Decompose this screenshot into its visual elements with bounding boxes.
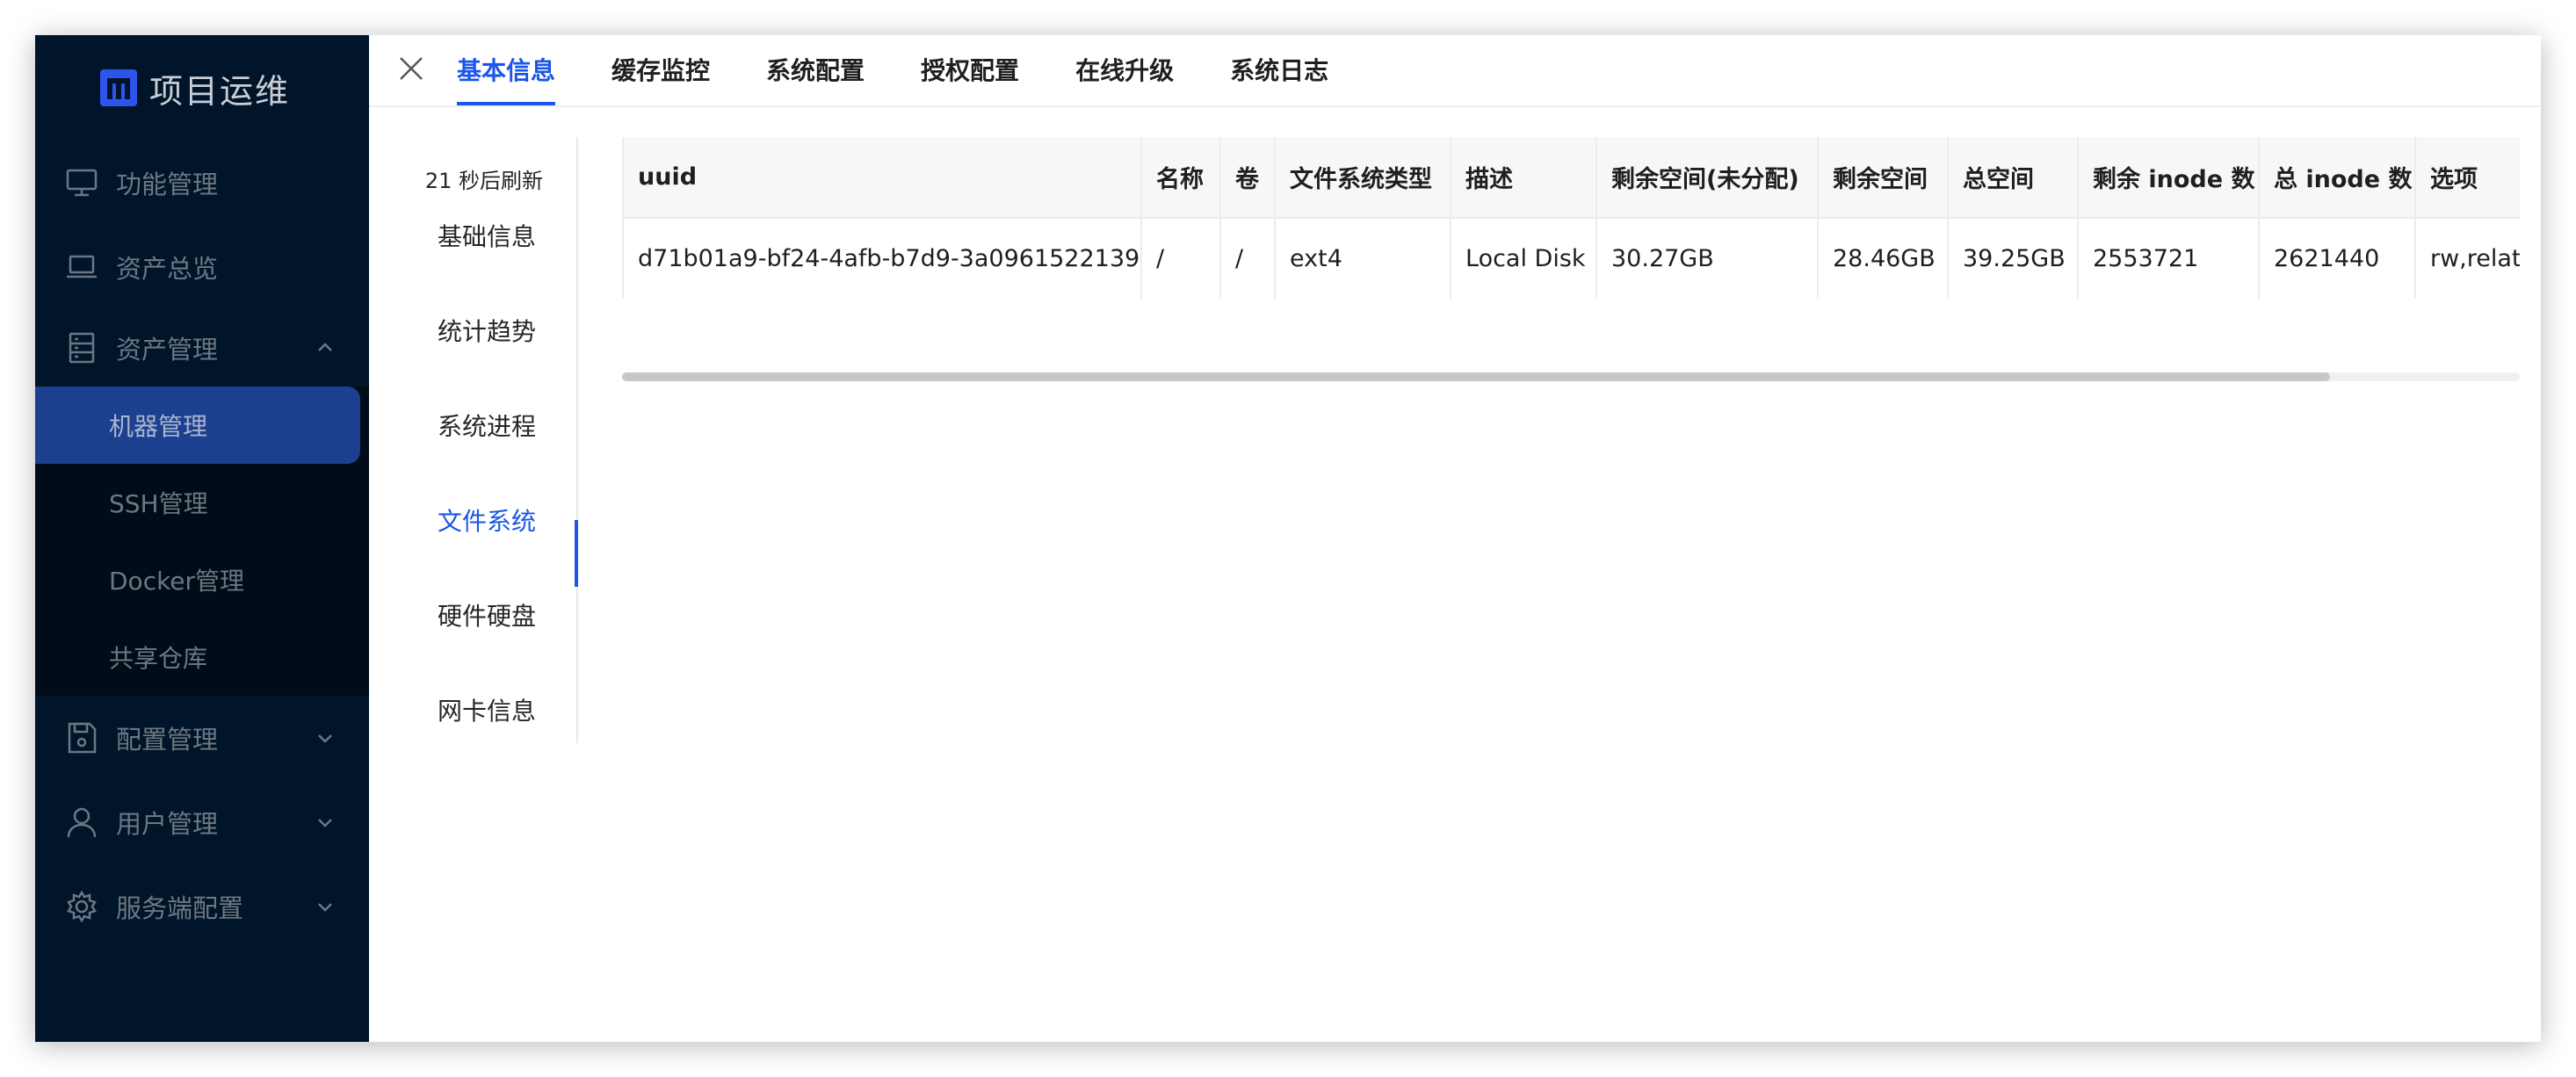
tab-basic-info[interactable]: 基本信息 (457, 35, 556, 105)
sidebar-item-user-management[interactable]: 用户管理 (35, 780, 369, 864)
tab-license-config[interactable]: 授权配置 (921, 35, 1019, 105)
save-icon (68, 722, 97, 754)
column-header[interactable]: 剩余 inode 数 (2078, 137, 2260, 219)
main-panel: 基本信息 缓存监控 系统配置 授权配置 在线升级 系统日志 21 秒后刷新 基础… (369, 35, 2541, 1042)
column-header[interactable]: 卷 (1220, 137, 1276, 219)
close-icon[interactable] (395, 53, 427, 84)
table-cell: rw,relatime (2415, 218, 2520, 299)
database-icon (69, 332, 95, 364)
column-header[interactable]: 剩余空间(未分配) (1596, 137, 1819, 219)
horizontal-scrollbar[interactable] (622, 372, 2520, 381)
app-window: 项目运维 功能管理 资产总览 资产管理 机器管理 SSH管理 Docker管理 … (35, 35, 2541, 1042)
vtab-system-process[interactable]: 系统进程 (438, 408, 536, 443)
user-icon (67, 807, 97, 838)
asset-submenu: 机器管理 SSH管理 Docker管理 共享仓库 (35, 387, 369, 696)
monitor-icon (66, 169, 98, 197)
sidebar-item-config-management[interactable]: 配置管理 (35, 696, 369, 780)
table-cell: 2621440 (2259, 218, 2416, 299)
laptop-icon (67, 255, 97, 278)
file-system-table-container: uuid 名称 卷 文件系统类型 描述 剩余空间(未分配) 剩余空间 总空间 剩… (622, 137, 2520, 299)
scrollbar-thumb[interactable] (622, 372, 2330, 381)
chevron-down-icon (318, 903, 332, 912)
sidebar-item-asset-overview[interactable]: 资产总览 (35, 225, 369, 309)
table-cell: 39.25GB (1948, 218, 2079, 299)
sidebar-item-label: 资产管理 (116, 335, 219, 365)
table-cell: 30.27GB (1596, 218, 1819, 299)
file-system-table: uuid 名称 卷 文件系统类型 描述 剩余空间(未分配) 剩余空间 总空间 剩… (622, 137, 2520, 299)
logo-icon (100, 69, 137, 106)
chevron-up-icon (318, 343, 332, 351)
sidebar-item-label: 服务端配置 (116, 893, 244, 923)
chevron-down-icon (318, 819, 332, 828)
sidebar-subitem-ssh-management[interactable]: SSH管理 (35, 464, 369, 541)
app-logo[interactable]: 项目运维 (35, 35, 369, 141)
tab-system-config[interactable]: 系统配置 (766, 35, 865, 105)
table-cell: / (1220, 218, 1276, 299)
sidebar: 项目运维 功能管理 资产总览 资产管理 机器管理 SSH管理 Docker管理 … (35, 35, 369, 1042)
column-header[interactable]: 名称 (1141, 137, 1221, 219)
table-cell: Local Disk (1451, 218, 1597, 299)
tab-system-log[interactable]: 系统日志 (1230, 35, 1328, 105)
tabs: 基本信息 缓存监控 系统配置 授权配置 在线升级 系统日志 (457, 35, 1385, 105)
column-header[interactable]: 文件系统类型 (1275, 137, 1451, 219)
table-cell: / (1141, 218, 1221, 299)
vtab-hardware-disk[interactable]: 硬件硬盘 (438, 597, 536, 632)
column-header[interactable]: 总 inode 数 (2259, 137, 2416, 219)
tab-cache-monitor[interactable]: 缓存监控 (611, 35, 710, 105)
sidebar-item-feature-management[interactable]: 功能管理 (35, 141, 369, 225)
table-cell: 28.46GB (1818, 218, 1949, 299)
active-tab-indicator (575, 520, 578, 587)
sidebar-item-label: 配置管理 (116, 725, 219, 755)
sidebar-subitem-shared-repository[interactable]: 共享仓库 (35, 618, 369, 696)
vtab-basic-info[interactable]: 基础信息 (438, 218, 536, 253)
sidebar-item-asset-management[interactable]: 资产管理 (35, 309, 369, 387)
top-tab-bar: 基本信息 缓存监控 系统配置 授权配置 在线升级 系统日志 (369, 35, 2541, 107)
tab-online-upgrade[interactable]: 在线升级 (1075, 35, 1174, 105)
sidebar-item-label: 资产总览 (116, 254, 219, 284)
sidebar-subitem-machine-management[interactable]: 机器管理 (35, 387, 360, 464)
app-title: 项目运维 (149, 71, 291, 111)
column-header[interactable]: uuid (622, 137, 1142, 219)
table-row[interactable]: d71b01a9-bf24-4afb-b7d9-3a0961522139 / /… (622, 218, 2520, 299)
table-cell: 2553721 (2078, 218, 2260, 299)
content-area: 21 秒后刷新 基础信息 统计趋势 系统进程 文件系统 硬件硬盘 网卡信息 uu… (369, 107, 2541, 1042)
table-cell: d71b01a9-bf24-4afb-b7d9-3a0961522139 (622, 218, 1142, 299)
vtab-nic-info[interactable]: 网卡信息 (438, 692, 536, 727)
chevron-down-icon (318, 734, 332, 743)
gear-icon (67, 890, 97, 923)
sidebar-item-label: 用户管理 (116, 809, 219, 839)
vertical-tabs: 21 秒后刷新 基础信息 统计趋势 系统进程 文件系统 硬件硬盘 网卡信息 (369, 137, 578, 743)
vtab-stat-trend[interactable]: 统计趋势 (438, 313, 536, 348)
table-cell: ext4 (1275, 218, 1451, 299)
column-header[interactable]: 描述 (1451, 137, 1597, 219)
table-header-row: uuid 名称 卷 文件系统类型 描述 剩余空间(未分配) 剩余空间 总空间 剩… (622, 137, 2520, 219)
sidebar-item-label: 功能管理 (116, 170, 219, 199)
refresh-countdown: 21 秒后刷新 (424, 169, 543, 193)
column-header[interactable]: 总空间 (1948, 137, 2079, 219)
vtab-file-system[interactable]: 文件系统 (438, 502, 536, 538)
column-header[interactable]: 剩余空间 (1818, 137, 1949, 219)
sidebar-subitem-docker-management[interactable]: Docker管理 (35, 541, 369, 618)
sidebar-item-server-config[interactable]: 服务端配置 (35, 864, 369, 949)
column-header[interactable]: 选项 (2415, 137, 2520, 219)
